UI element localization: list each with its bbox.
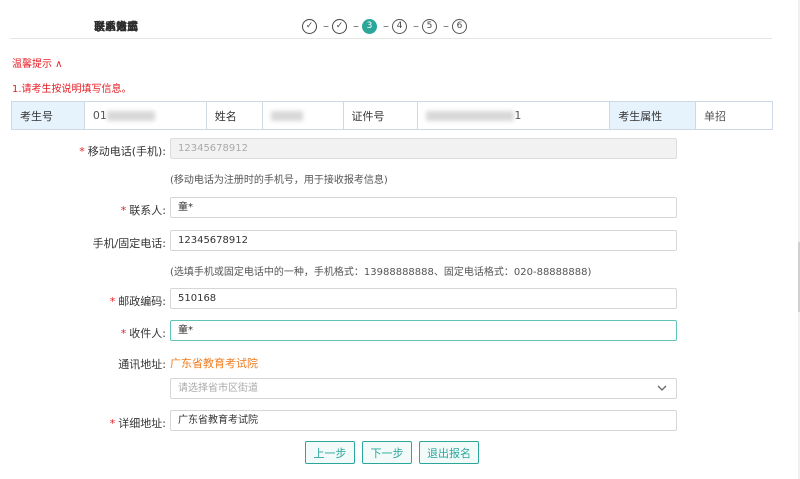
step-separator: – xyxy=(323,19,329,33)
step-label: 完成 xyxy=(116,20,138,33)
id-label: 证件号 xyxy=(342,101,419,130)
postcode-label: * 邮政编码: xyxy=(109,295,166,308)
step-contact: 3 联系方式 – xyxy=(94,18,392,34)
detail-input[interactable]: 广东省教育考试院 xyxy=(170,410,677,431)
contact-label: * 联系人: xyxy=(120,204,166,217)
candidate-no-label: 考生号 xyxy=(11,101,85,130)
quit-button[interactable]: 退出报名 xyxy=(419,441,479,464)
redacted-mask xyxy=(270,111,303,121)
progress-stepper: ✓ 承诺书 – ✓ 基本信息 – 3 联系方式 – 4 个人简历 – 5 家庭关… xyxy=(0,16,772,36)
address-value: 广东省教育考试院 xyxy=(170,357,258,370)
step-number-icon: 3 xyxy=(362,18,377,34)
mobile-input: 12345678912 xyxy=(170,138,677,159)
step-basic-info: ✓ 基本信息 – xyxy=(94,18,362,34)
divider xyxy=(10,38,772,39)
step-pledge: ✓ 承诺书 – xyxy=(105,18,332,34)
phone-label: 手机/固定电话: xyxy=(92,237,166,250)
recipient-input[interactable]: 童* xyxy=(170,320,677,341)
step-number-icon: 5 xyxy=(422,18,437,34)
address-label: 通讯地址: xyxy=(118,358,166,371)
tips-toggle[interactable]: 温馨提示 ∧ xyxy=(12,55,63,70)
step-finish: 6 完成 xyxy=(116,18,470,34)
candidate-no-value: 01 xyxy=(83,101,207,130)
phone-input[interactable]: 12345678912 xyxy=(170,230,677,251)
postcode-input[interactable]: 510168 xyxy=(170,288,677,309)
mobile-hint: (移动电话为注册时的手机号，用于接收报考信息) xyxy=(170,175,388,186)
step-separator: – xyxy=(443,19,449,33)
recipient-label: * 收件人: xyxy=(120,327,166,340)
contact-input[interactable]: 童* xyxy=(170,197,677,218)
mobile-label: * 移动电话(手机): xyxy=(79,145,166,158)
step-separator: – xyxy=(353,19,359,33)
step-number-icon: 4 xyxy=(392,18,407,34)
id-value: 1 xyxy=(417,101,611,130)
step-separator: – xyxy=(413,19,419,33)
next-button[interactable]: 下一步 xyxy=(362,441,412,464)
region-select[interactable]: 请选择省市区街道 xyxy=(170,378,677,399)
chevron-down-icon xyxy=(657,385,667,391)
tips-text: 1.请考生按说明填写信息。 xyxy=(12,84,132,95)
phone-hint: (选填手机或固定电话中的一种，手机格式：13988888888、固定电话格式：0… xyxy=(170,267,592,278)
check-icon: ✓ xyxy=(302,18,317,34)
attr-value: 单招 xyxy=(695,101,773,130)
check-icon: ✓ xyxy=(332,18,347,34)
redacted-mask xyxy=(426,111,515,121)
region-select-placeholder: 请选择省市区街道 xyxy=(178,383,258,394)
step-resume: 4 个人简历 – xyxy=(94,18,422,34)
detail-label: * 详细地址: xyxy=(109,417,166,430)
name-label: 姓名 xyxy=(205,101,263,130)
attr-label: 考生属性 xyxy=(609,101,697,130)
prev-button[interactable]: 上一步 xyxy=(305,441,355,464)
redacted-mask xyxy=(106,111,155,121)
name-value xyxy=(261,101,344,130)
step-separator: – xyxy=(383,19,389,33)
step-family: 5 家庭关系 – xyxy=(94,18,452,34)
step-number-icon: 6 xyxy=(452,18,467,34)
candidate-info-table: 考生号 01 姓名 证件号 1 考生属性 单招 xyxy=(11,101,773,130)
